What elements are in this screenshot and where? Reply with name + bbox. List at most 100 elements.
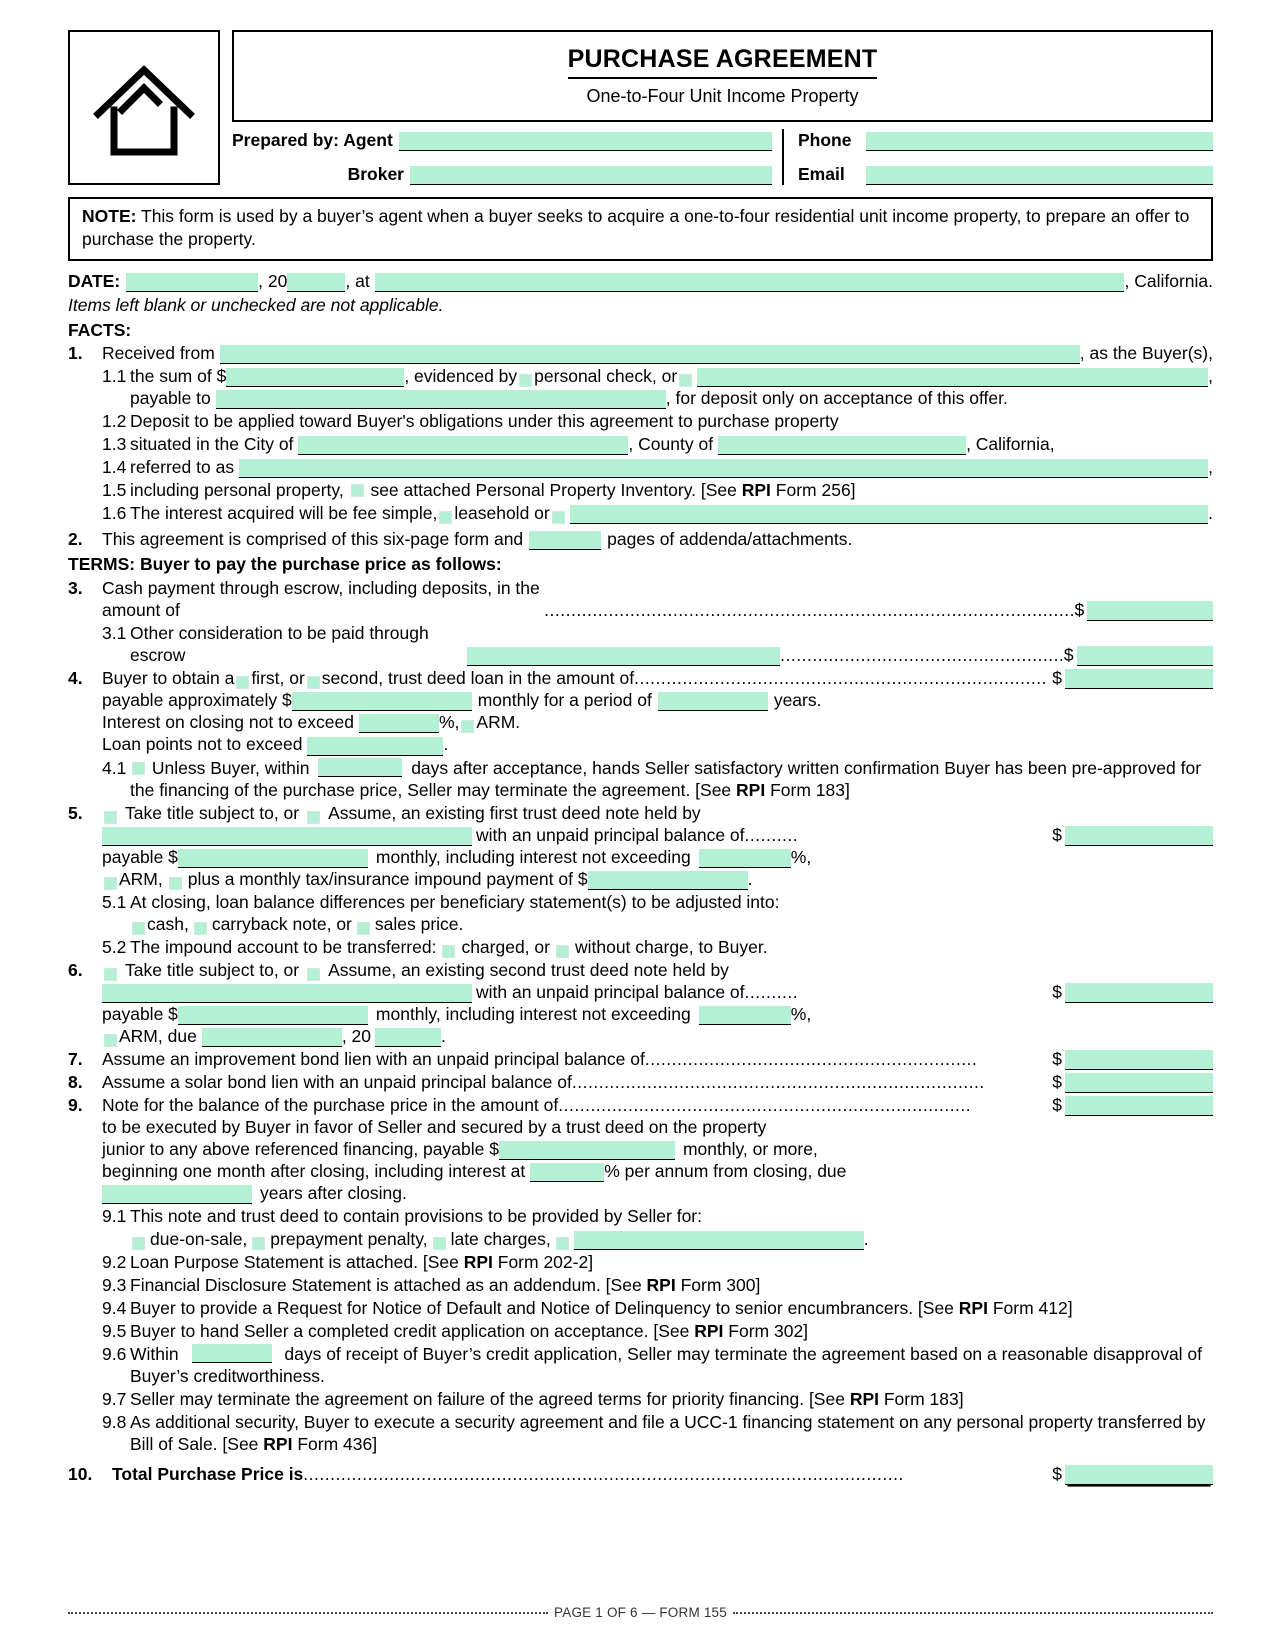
carryback-note-checkbox[interactable] — [193, 921, 207, 935]
agent-input[interactable] — [398, 132, 772, 152]
first-note-balance-input[interactable] — [1065, 825, 1213, 846]
other-provision-checkbox[interactable] — [555, 1236, 569, 1250]
form-page: PURCHASE AGREEMENT One-to-Four Unit Inco… — [0, 0, 1275, 1649]
first-note-holder-input[interactable] — [102, 826, 472, 846]
property-address-input[interactable] — [239, 458, 1209, 478]
broker-input[interactable] — [410, 166, 772, 185]
take-title-subject-to-checkbox[interactable] — [104, 967, 117, 981]
assume-checkbox[interactable] — [307, 967, 321, 981]
late-charges-checkbox[interactable] — [432, 1236, 446, 1250]
improvement-bond-amount-input[interactable] — [1065, 1050, 1213, 1071]
item-4-1: 4.1 Unless Buyer, within days after acce… — [68, 757, 1213, 801]
cash-checkbox[interactable] — [132, 921, 145, 935]
date-place-input[interactable] — [374, 272, 1125, 292]
form-256-label: Form 256] — [770, 479, 856, 500]
loan-points-input[interactable] — [307, 736, 444, 756]
second-trust-deed-checkbox[interactable] — [306, 676, 320, 690]
city-input[interactable] — [298, 435, 629, 455]
other-consideration-input[interactable] — [466, 647, 781, 667]
item-1-5: 1.5 including personal property, see att… — [68, 479, 1213, 501]
second-note-balance-input[interactable] — [1065, 983, 1213, 1004]
other-evidence-input[interactable] — [697, 367, 1209, 387]
second-note-due-date-input[interactable] — [201, 1028, 342, 1048]
seller-note-interest-input[interactable] — [530, 1163, 605, 1183]
dollar-sign: $ — [1052, 1049, 1062, 1070]
california-label: , California, — [966, 433, 1055, 454]
personal-check-checkbox[interactable] — [519, 373, 533, 387]
other-consideration-amount-input[interactable] — [1076, 646, 1213, 667]
item-9-monthly-label: monthly, or more, — [682, 1139, 818, 1160]
monthly-payment-input[interactable] — [291, 692, 472, 712]
cash-label: cash, — [147, 913, 189, 934]
without-charge-checkbox[interactable] — [555, 944, 569, 958]
email-input[interactable] — [866, 166, 1213, 185]
trust-deed-loan-amount-input[interactable] — [1065, 669, 1213, 690]
payable-to-input[interactable] — [215, 389, 666, 409]
item-9-years-label: years after closing. — [260, 1183, 407, 1204]
seller-note-amount-input[interactable] — [1065, 1096, 1213, 1117]
date-state-label: , California. — [1124, 270, 1213, 291]
impound-payment-input[interactable] — [587, 870, 748, 890]
date-day-input[interactable] — [126, 272, 259, 292]
sales-price-checkbox[interactable] — [356, 921, 370, 935]
addenda-pages-input[interactable] — [529, 531, 602, 551]
item-7: 7. Assume an improvement bond lien with … — [68, 1048, 1213, 1071]
credit-review-days-input[interactable] — [191, 1343, 272, 1363]
dollar-sign: $ — [1074, 600, 1085, 621]
arm-checkbox[interactable] — [104, 876, 117, 890]
date-year-input[interactable] — [287, 272, 346, 292]
due-on-sale-checkbox[interactable] — [132, 1236, 145, 1250]
total-purchase-price-input[interactable] — [1065, 1465, 1213, 1486]
interest-acquired-label: The interest acquired will be fee simple… — [130, 503, 438, 523]
county-input[interactable] — [718, 435, 967, 455]
item-9-annum-label: % per annum from closing, due — [604, 1161, 847, 1182]
assume-checkbox[interactable] — [307, 810, 321, 824]
first-note-interest-input[interactable] — [698, 848, 791, 868]
second-note-holder-input[interactable] — [102, 984, 472, 1004]
arm-checkbox[interactable] — [461, 720, 475, 734]
other-interest-input[interactable] — [569, 505, 1209, 525]
buyer-name-input[interactable] — [219, 344, 1080, 364]
item-6-text-c: with an unpaid principal balance of — [476, 981, 745, 1002]
personal-property-inventory-checkbox[interactable] — [350, 483, 364, 497]
item-9-7-text: Seller may terminate the agreement on fa… — [130, 1388, 850, 1409]
prepayment-penalty-label: prepayment penalty, — [270, 1228, 428, 1249]
solar-bond-amount-input[interactable] — [1065, 1073, 1213, 1094]
cash-payment-amount-input[interactable] — [1087, 601, 1214, 622]
terms-header: TERMS: Buyer to pay the purchase price a… — [68, 554, 502, 575]
first-trust-deed-checkbox[interactable] — [236, 676, 250, 690]
max-interest-input[interactable] — [358, 714, 439, 734]
second-note-monthly-input[interactable] — [177, 1006, 368, 1026]
prepayment-penalty-checkbox[interactable] — [252, 1236, 266, 1250]
charged-label: charged, or — [461, 936, 550, 957]
other-evidence-checkbox[interactable] — [679, 373, 693, 387]
phone-input[interactable] — [866, 132, 1213, 152]
personal-property-label: including personal property, — [130, 479, 344, 500]
take-title-subject-to-checkbox[interactable] — [104, 810, 117, 824]
other-interest-checkbox[interactable] — [551, 511, 565, 525]
deposit-sum-input[interactable] — [226, 367, 405, 387]
loan-period-input[interactable] — [657, 692, 768, 712]
charged-checkbox[interactable] — [442, 944, 456, 958]
item-9: 9. Note for the balance of the purchase … — [68, 1094, 1213, 1205]
pre-approval-days-input[interactable] — [318, 757, 403, 777]
second-note-interest-input[interactable] — [698, 1006, 791, 1026]
item-9-3-number: 9.3 — [102, 1274, 127, 1295]
pre-approval-termination-checkbox[interactable] — [132, 761, 145, 775]
phone-label: Phone — [798, 130, 852, 150]
item-9-6-text-b: days of receipt of Buyer’s credit applic… — [130, 1343, 1203, 1386]
arm-checkbox[interactable] — [104, 1034, 117, 1048]
evidenced-by-label: , evidenced by — [404, 365, 518, 386]
house-icon — [88, 52, 200, 164]
form-202-2-label: Form 202-2] — [492, 1251, 594, 1272]
seller-note-monthly-input[interactable] — [498, 1141, 675, 1161]
leasehold-checkbox[interactable] — [439, 511, 453, 525]
item-4-text-b: second, trust deed loan in the amount of — [321, 668, 635, 689]
second-note-due-year-input[interactable] — [375, 1028, 442, 1048]
first-note-monthly-input[interactable] — [177, 848, 368, 868]
seller-note-due-years-input[interactable] — [102, 1185, 252, 1205]
item-3-number: 3. — [68, 578, 83, 599]
impound-payment-checkbox[interactable] — [168, 876, 182, 890]
item-5-monthly-label: monthly, including interest not exceedin… — [375, 846, 691, 867]
other-provision-input[interactable] — [573, 1230, 864, 1250]
